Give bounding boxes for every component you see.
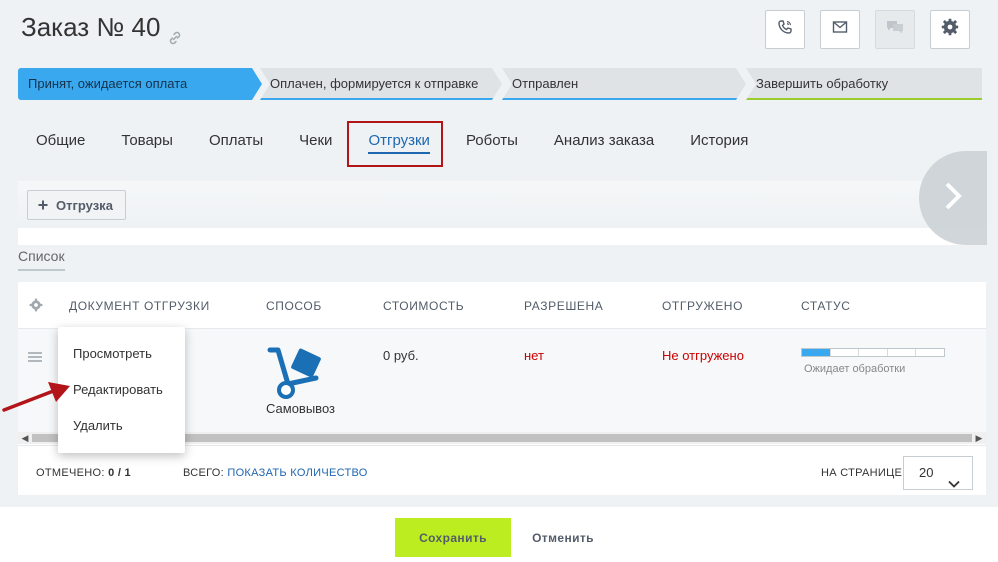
email-button[interactable]: [820, 10, 860, 49]
scroll-left-icon[interactable]: ◀: [19, 432, 31, 444]
grid-settings-icon[interactable]: [29, 298, 43, 317]
per-page-label: На странице:: [821, 467, 906, 479]
tab-products[interactable]: Товары: [103, 124, 191, 158]
stage-sent[interactable]: Отправлен: [502, 68, 746, 100]
order-stage-bar: Принят, ожидается оплата Оплачен, формир…: [18, 68, 982, 100]
status-progress-bar: [801, 348, 945, 357]
row-menu-icon[interactable]: [28, 349, 42, 367]
stage-accepted[interactable]: Принят, ожидается оплата: [18, 68, 262, 100]
per-page-select[interactable]: 20: [903, 456, 973, 490]
plus-icon: [38, 198, 48, 213]
tab-payments[interactable]: Оплаты: [191, 124, 281, 158]
shipments-toolbar: Отгрузка: [18, 181, 986, 228]
list-tab[interactable]: Список: [18, 248, 65, 271]
row-context-menu: Просмотреть Редактировать Удалить: [58, 327, 185, 453]
chevron-right-icon: [944, 181, 962, 216]
show-count-link[interactable]: Показать количество: [227, 467, 367, 479]
chat-button[interactable]: [875, 10, 915, 49]
column-cost[interactable]: Стоимость: [383, 299, 464, 313]
link-icon[interactable]: [168, 21, 182, 44]
column-status[interactable]: Статус: [801, 299, 851, 313]
bottom-action-bar: Сохранить Отменить: [0, 507, 998, 562]
chevron-down-icon: [948, 468, 960, 500]
row-shipped: Не отгружено: [662, 348, 744, 363]
scroll-right-icon[interactable]: ▶: [973, 432, 985, 444]
marked-count: Отмечено: 0 / 1: [36, 467, 131, 479]
tab-highlight-box: [347, 121, 443, 167]
column-allowed[interactable]: Разрешена: [524, 299, 603, 313]
cancel-button[interactable]: Отменить: [515, 518, 611, 557]
tab-robots[interactable]: Роботы: [448, 124, 536, 158]
tab-history[interactable]: История: [672, 124, 766, 158]
column-method[interactable]: Способ: [266, 299, 322, 313]
stage-paid[interactable]: Оплачен, формируется к отправке: [260, 68, 502, 100]
add-shipment-button[interactable]: Отгрузка: [27, 190, 126, 220]
menu-item-edit[interactable]: Редактировать: [73, 382, 163, 397]
row-allowed: нет: [524, 348, 544, 363]
chat-icon: [886, 19, 904, 40]
call-button[interactable]: [765, 10, 805, 49]
tab-general[interactable]: Общие: [18, 124, 103, 158]
row-status: Ожидает обработки: [804, 363, 906, 375]
column-shipped[interactable]: Отгружено: [662, 299, 743, 313]
row-cost: 0 руб.: [383, 348, 419, 363]
settings-button[interactable]: [930, 10, 970, 49]
pickup-icon: [266, 346, 328, 405]
stage-finish[interactable]: Завершить обработку: [746, 68, 982, 100]
menu-item-delete[interactable]: Удалить: [73, 418, 123, 433]
gear-icon: [941, 18, 959, 41]
mail-icon: [832, 20, 848, 39]
total-count: Всего: Показать количество: [183, 467, 368, 479]
phone-icon: [777, 19, 793, 40]
row-method: Самовывоз: [266, 401, 335, 416]
add-shipment-label: Отгрузка: [56, 197, 113, 213]
menu-item-view[interactable]: Просмотреть: [73, 346, 152, 361]
tab-analysis[interactable]: Анализ заказа: [536, 124, 672, 158]
page-title: Заказ № 40: [21, 12, 182, 44]
annotation-arrow-icon: [0, 376, 72, 421]
save-button[interactable]: Сохранить: [395, 518, 511, 557]
order-title: Заказ № 40: [21, 12, 161, 42]
grid-header: Документ отгрузки Способ Стоимость Разре…: [18, 282, 986, 328]
tab-receipts[interactable]: Чеки: [281, 124, 350, 158]
column-document[interactable]: Документ отгрузки: [69, 299, 210, 313]
